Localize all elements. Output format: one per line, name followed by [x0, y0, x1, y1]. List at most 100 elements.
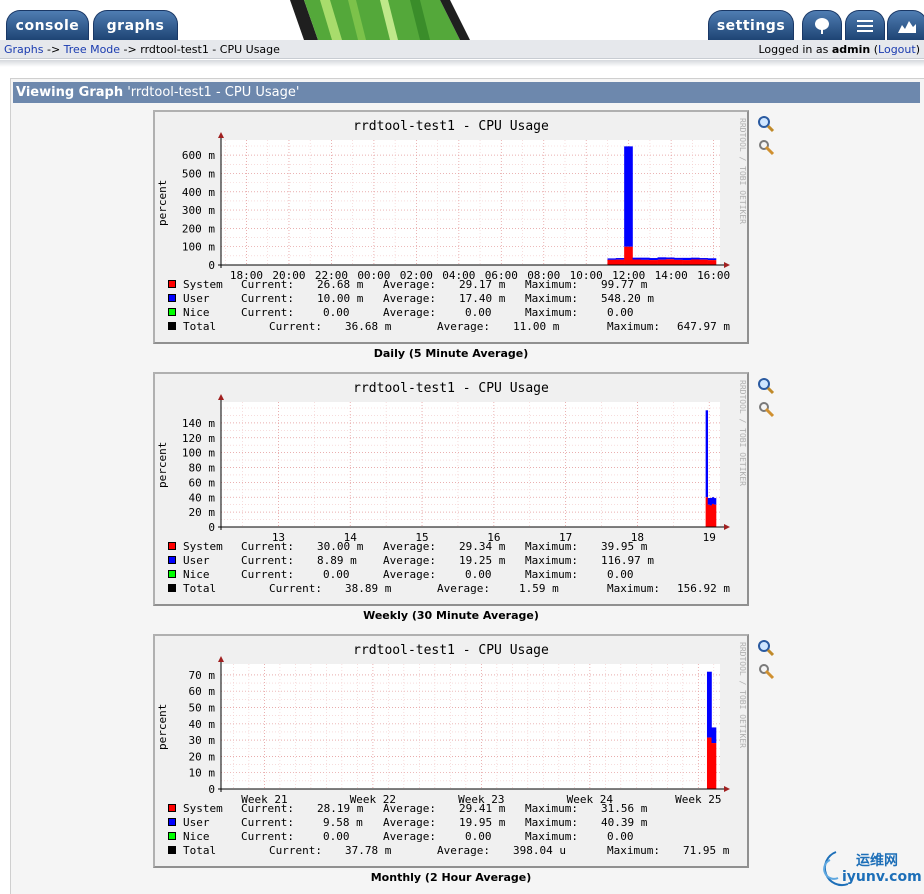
zoom-icon[interactable]: [757, 377, 775, 395]
data-bar-user: [682, 257, 692, 261]
y-tick-label: 0: [208, 521, 215, 534]
legend-average-value: 29.34 m: [459, 540, 506, 553]
graph-caption-monthly: Monthly (2 Hour Average): [370, 871, 532, 884]
legend-average-value: 11.00 m: [513, 320, 560, 333]
logout-link[interactable]: Logout: [878, 43, 916, 56]
breadcrumb-graphs[interactable]: Graphs: [4, 43, 43, 56]
y-tick-label: 400 m: [182, 186, 215, 199]
legend-current-label: Current:: [241, 540, 294, 553]
legend-name: System: [183, 278, 223, 291]
legend-swatch-user: [168, 556, 176, 564]
legend-row-system: System Current: 30.00 m Average: 29.34 m Maxi…: [167, 540, 743, 554]
y-tick-label: 80 m: [189, 462, 216, 475]
legend-current-value: 10.00 m: [317, 292, 364, 305]
graph-caption-weekly: Weekly (30 Minute Average): [363, 609, 539, 622]
login-paren-open: (: [870, 43, 879, 56]
data-bar-system: [615, 259, 625, 265]
zoom-icon[interactable]: [757, 115, 775, 133]
legend-maximum-value: 40.39 m: [601, 816, 648, 829]
tab-list-view[interactable]: [845, 10, 885, 40]
data-bar-user: [711, 727, 717, 744]
legend-average-value: 0.00: [465, 830, 492, 843]
legend-current-value: 8.89 m: [317, 554, 357, 567]
legend-name: User: [183, 816, 210, 829]
legend-maximum-label: Maximum:: [607, 582, 660, 595]
graph-title: rrdtool-test1 - CPU Usage: [353, 119, 549, 134]
legend-maximum-label: Maximum:: [525, 830, 578, 843]
data-bar-user: [707, 497, 711, 505]
legend-swatch-system: [168, 542, 176, 550]
legend-row-nice: Nice Current: 0.00 Average: 0.00 Maximum: 0.00: [167, 306, 743, 320]
graph-title: rrdtool-test1 - CPU Usage: [353, 643, 549, 658]
data-bar-system: [632, 259, 642, 265]
legend-current-label: Current:: [241, 306, 294, 319]
data-bar-system: [711, 503, 715, 527]
graph-image-daily[interactable]: 0 100 m 200 m 300 m 400 m 500 m 600 m 18:00 20:0…: [153, 110, 749, 344]
y-tick-label: 120 m: [182, 432, 215, 445]
legend-name: User: [183, 292, 210, 305]
login-paren-close: ): [915, 43, 920, 56]
graph-properties-icon[interactable]: [757, 662, 775, 680]
legend-maximum-label: Maximum:: [525, 306, 578, 319]
graph-preview-icon: [898, 20, 916, 33]
tab-console[interactable]: console: [6, 10, 89, 40]
data-bar-user: [674, 257, 683, 260]
y-axis-label: percent: [156, 703, 169, 751]
graph-properties-icon[interactable]: [757, 400, 775, 418]
y-tick-label: 500 m: [182, 167, 215, 180]
y-tick-label: 70 m: [189, 669, 216, 682]
legend-name: Nice: [183, 568, 210, 581]
legend-row-user: User Current: 10.00 m Average: 17.40 m Maximu…: [167, 292, 743, 306]
legend-average-label: Average:: [383, 816, 436, 829]
legend-row-user: User Current: 8.89 m Average: 19.25 m Maximum…: [167, 554, 743, 568]
data-bar-user: [707, 258, 717, 261]
legend-current-value: 0.00: [323, 830, 350, 843]
x-axis-arrow: [724, 524, 730, 530]
legend-maximum-label: Maximum:: [525, 802, 578, 815]
data-bar-user: [607, 258, 617, 260]
legend-average-label: Average:: [383, 278, 436, 291]
legend-row-system: System Current: 28.19 m Average: 29.41 m Maxi…: [167, 802, 743, 816]
data-bar-user: [709, 497, 713, 506]
tab-preview-view[interactable]: [887, 10, 924, 40]
y-tick-label: 20 m: [189, 750, 216, 763]
data-bar-user: [711, 497, 715, 504]
legend-current-value: 37.78 m: [345, 844, 392, 857]
legend-current-label: Current:: [241, 278, 294, 291]
legend-current-value: 30.00 m: [317, 540, 364, 553]
data-bar-system: [699, 259, 708, 265]
graph-image-weekly[interactable]: 0 20 m 40 m 60 m 80 m 100 m 120 m 140 m 13 14 15 16…: [153, 372, 749, 606]
legend-current-value: 28.19 m: [317, 802, 364, 815]
legend-name: System: [183, 802, 223, 815]
legend-swatch-system: [168, 804, 176, 812]
tab-graphs[interactable]: graphs: [93, 10, 178, 40]
zoom-icon[interactable]: [757, 639, 775, 657]
legend-average-value: 1.59 m: [519, 582, 559, 595]
breadcrumb-tree-mode[interactable]: Tree Mode: [64, 43, 120, 56]
breadcrumb-separator: ->: [120, 43, 141, 56]
legend-row-system: System Current: 26.68 m Average: 29.17 m Maxi…: [167, 278, 743, 292]
legend-average-label: Average:: [383, 802, 436, 815]
y-tick-label: 50 m: [189, 701, 216, 714]
graph-side-text: RRDTOOL / TOBI OETIKER: [738, 380, 747, 486]
tab-settings[interactable]: settings: [708, 10, 794, 40]
legend-current-label: Current:: [269, 320, 322, 333]
data-bar-user: [649, 258, 658, 261]
plot-area: [221, 140, 720, 265]
graph-image-monthly[interactable]: 0 10 m 20 m 30 m 40 m 50 m 60 m 70 m Week 21 Week…: [153, 634, 749, 868]
y-tick-label: 60 m: [189, 685, 216, 698]
legend-row-total: Total Current: 36.68 m Average: 11.00 m Maxim…: [167, 320, 743, 334]
data-bar-user: [657, 257, 667, 260]
watermark-text-en: iyunv.com: [842, 869, 922, 885]
legend-average-value: 29.41 m: [459, 802, 506, 815]
data-bar-system: [705, 497, 709, 527]
legend-maximum-value: 116.97 m: [601, 554, 654, 567]
graph-title: rrdtool-test1 - CPU Usage: [353, 381, 549, 396]
view-header-graph-name: 'rrdtool-test1 - CPU Usage': [127, 85, 300, 100]
graph-properties-icon[interactable]: [757, 138, 775, 156]
legend-current-label: Current:: [241, 830, 294, 843]
legend-average-value: 398.04 u: [513, 844, 566, 857]
tab-tree-view[interactable]: [802, 10, 842, 40]
y-tick-label: 200 m: [182, 222, 215, 235]
watermark-text-cn: 运维网: [856, 853, 898, 869]
